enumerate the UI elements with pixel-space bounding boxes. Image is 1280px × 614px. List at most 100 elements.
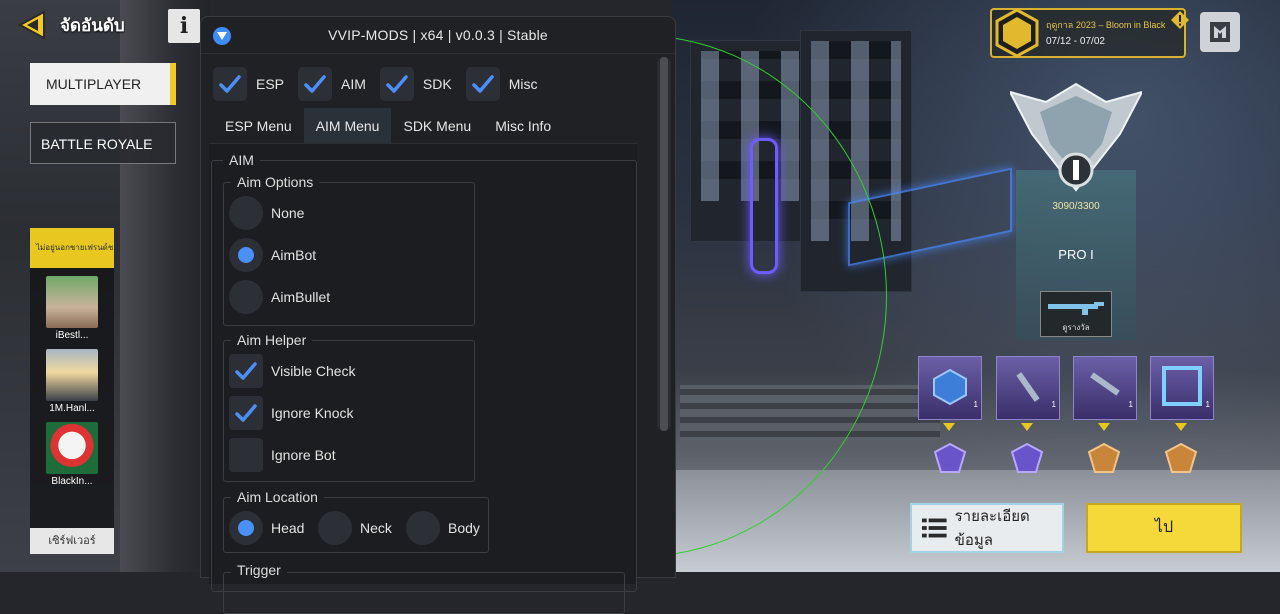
friend-item[interactable]: BlackIn... (44, 422, 100, 487)
friend-item[interactable]: iBestl... (44, 276, 100, 341)
radio-button[interactable] (229, 196, 263, 230)
aim-location-label: Aim Location (231, 489, 324, 505)
rank-emblem-icon (1010, 82, 1142, 192)
checkmark-icon[interactable] (465, 67, 500, 101)
reward-weapon-button[interactable]: ดูรางวัล (1040, 291, 1112, 337)
tab-sdk-menu[interactable]: SDK Menu (391, 108, 483, 144)
radio-button[interactable] (229, 511, 263, 545)
reward-pointer (943, 423, 955, 431)
rank-name: PRO I (1058, 247, 1094, 262)
details-button[interactable]: รายละเอียดข้อมูล (910, 503, 1064, 553)
menu-scrollbar[interactable] (657, 57, 671, 431)
aim-location-head[interactable]: Head (229, 511, 304, 545)
aim-options-label: Aim Options (231, 174, 320, 190)
gun-reward-icon (1090, 372, 1120, 396)
checkmark-icon[interactable] (379, 67, 414, 101)
rank-tier-icon (933, 442, 967, 473)
rank-tier-icon (1010, 442, 1044, 473)
misc-toggle[interactable]: Misc (465, 67, 538, 101)
tab-misc-info[interactable]: Misc Info (483, 108, 563, 144)
option-label: None (271, 205, 305, 221)
rifle-icon (1048, 302, 1104, 315)
friends-header: ไม่อยู่นอกชายเฟรนด์ช (30, 228, 114, 268)
checkbox[interactable] (229, 438, 263, 472)
aim-menu-content: AIM Aim Options None AimBot AimBullet Ai… (209, 143, 637, 614)
friends-panel: ไม่อยู่นอกชายเฟรนด์ช iBestl... 1M.Hanl..… (30, 228, 114, 528)
reward-pointer (1021, 423, 1033, 431)
alert-icon (1171, 11, 1189, 29)
trigger-label: Trigger (231, 562, 287, 578)
reward-card[interactable]: 1 (1073, 356, 1137, 431)
server-button[interactable]: เซิร์ฟเวอร์ (30, 528, 114, 554)
friend-item[interactable]: 1M.Hanl... (44, 349, 100, 414)
scrollbar-thumb[interactable] (660, 57, 668, 431)
aim-option-aimbot[interactable]: AimBot (229, 238, 316, 272)
aim-helper-label: Aim Helper (231, 332, 313, 348)
toggle-label: Misc (508, 76, 538, 92)
list-icon (922, 518, 947, 538)
option-label: Head (271, 520, 305, 536)
season-logo-icon (995, 8, 1039, 58)
info-button[interactable]: i (168, 9, 200, 43)
friend-avatar (46, 349, 98, 401)
checkmark-icon[interactable] (229, 396, 263, 430)
friend-name: BlackIn... (51, 476, 93, 487)
radio-button[interactable] (229, 238, 263, 272)
ranked-icon (1210, 22, 1230, 42)
multiplayer-mode-button[interactable]: MULTIPLAYER (30, 63, 176, 105)
aim-location-neck[interactable]: Neck (318, 511, 392, 545)
go-button[interactable]: ไป (1086, 503, 1242, 553)
frame-reward-icon (1162, 366, 1202, 406)
option-label: Neck (360, 520, 392, 536)
reward-card[interactable]: 1 (1150, 356, 1214, 431)
rank-points: 3090/3300 (1052, 201, 1100, 212)
checkmark-icon[interactable] (229, 354, 263, 388)
reward-quantity: 1 (1051, 400, 1056, 409)
toggle-label: AIM (341, 76, 366, 92)
friend-avatar (46, 276, 98, 328)
badge-reward-icon (933, 368, 967, 406)
trigger-box (223, 572, 625, 614)
battle-royale-mode-button[interactable]: BATTLE ROYALE (30, 122, 176, 164)
aim-toggle[interactable]: AIM (298, 67, 366, 101)
reward-pointer (1098, 423, 1110, 431)
tab-esp-menu[interactable]: ESP Menu (213, 108, 304, 144)
aim-option-aimbullet[interactable]: AimBullet (229, 280, 330, 314)
ignore-bot-toggle[interactable]: Ignore Bot (229, 438, 336, 472)
reward-quantity: 1 (1205, 400, 1210, 409)
option-label: Ignore Knock (271, 405, 354, 421)
season-name: ฤดูกาล 2023 – Bloom in Black (1046, 20, 1166, 30)
esp-toggle[interactable]: ESP (213, 67, 284, 101)
radio-button[interactable] (318, 511, 352, 545)
aim-group-label: AIM (223, 152, 260, 168)
reward-card[interactable]: 1 (996, 356, 1060, 431)
season-badge[interactable]: ฤดูกาล 2023 – Bloom in Black 07/12 - 07/… (990, 8, 1186, 58)
menu-tabs: ESP Menu AIM Menu SDK Menu Misc Info (213, 108, 563, 144)
aim-option-none[interactable]: None (229, 196, 304, 230)
reward-card[interactable]: 1 (918, 356, 982, 431)
checkmark-icon[interactable] (213, 67, 247, 101)
ignore-knock-toggle[interactable]: Ignore Knock (229, 396, 354, 430)
option-label: Visible Check (271, 363, 356, 379)
reward-weapon-label: ดูรางวัล (1062, 323, 1090, 332)
menu-titlebar[interactable]: VVIP-MODS | x64 | v0.0.3 | Stable (201, 17, 675, 54)
ranked-info-button[interactable] (1200, 12, 1240, 52)
mod-menu-window: VVIP-MODS | x64 | v0.0.3 | Stable ESP AI… (200, 16, 676, 614)
option-label: Ignore Bot (271, 447, 336, 463)
radio-button[interactable] (229, 280, 263, 314)
aim-location-body[interactable]: Body (406, 511, 480, 545)
reward-pointer (1175, 423, 1187, 431)
back-button[interactable] (14, 10, 50, 40)
toggle-label: ESP (256, 76, 285, 92)
tab-aim-menu[interactable]: AIM Menu (303, 108, 392, 144)
friend-name: 1M.Hanl... (49, 403, 95, 414)
sdk-toggle[interactable]: SDK (379, 67, 452, 101)
visible-check-toggle[interactable]: Visible Check (229, 354, 356, 388)
option-label: AimBullet (271, 289, 331, 305)
page-title: จัดอันดับ (60, 16, 125, 35)
radio-button[interactable] (406, 511, 440, 545)
back-arrow-icon (17, 10, 45, 40)
reward-quantity: 1 (973, 400, 978, 409)
checkmark-icon[interactable] (298, 67, 333, 101)
rank-tier-icon (1164, 442, 1198, 473)
